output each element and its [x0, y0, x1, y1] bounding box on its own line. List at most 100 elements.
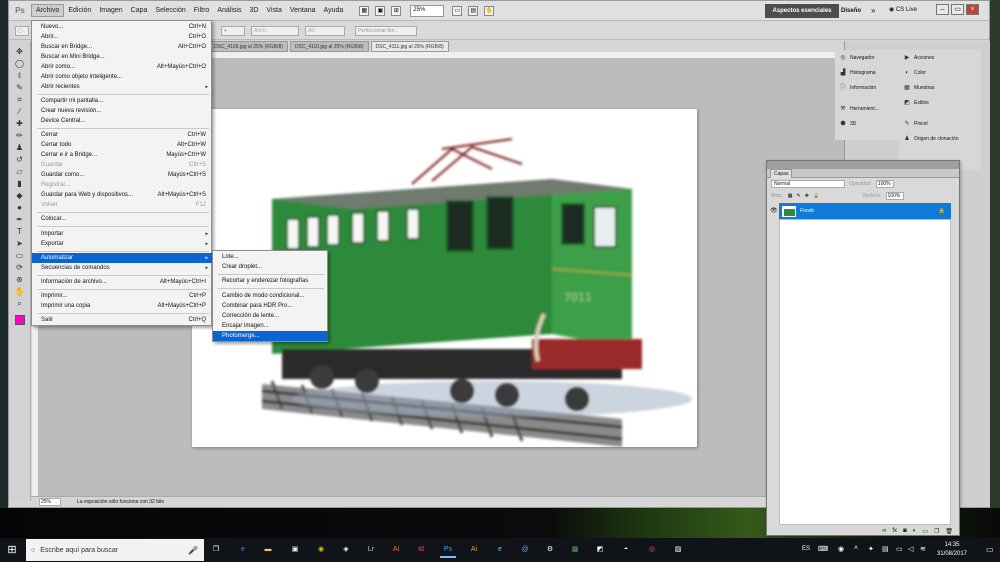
file-explorer-icon[interactable]: ▬ [260, 542, 276, 558]
menu-analisis[interactable]: Análisis [213, 5, 245, 16]
doc-tab-4111[interactable]: DSC_4111.jpg al 25% (RGB/8) [370, 41, 449, 52]
illustrator-icon[interactable]: Ai [388, 542, 404, 558]
menu-item-buscar-mini-bridge[interactable]: Buscar en Mini Bridge... [32, 52, 212, 62]
panel-actions[interactable]: ▶ Acciones [899, 50, 981, 65]
tray-volume-icon[interactable]: ◁ [908, 545, 913, 553]
gradient-tool-icon[interactable]: ▮ [14, 179, 26, 189]
panel-clone-source[interactable]: ♟ Origen de clonación [899, 131, 981, 146]
menu-item-nuevo[interactable]: Nuevo... Ctrl+N [32, 22, 212, 32]
3d-orbit-tool-icon[interactable]: ⊛ [14, 275, 26, 285]
refine-edge-button[interactable]: Perfeccionar bor... [355, 25, 417, 36]
panel-styles[interactable]: ◩ Estilos [899, 95, 981, 110]
menu-item-crear-droplet[interactable]: Crear droplet... [213, 262, 328, 272]
illustrator-2-icon[interactable]: Ai [466, 542, 482, 558]
bridge-icon[interactable]: ▦ [359, 5, 370, 16]
app-icon-red[interactable]: ◎ [644, 542, 660, 558]
crop-tool-icon[interactable]: ⌗ [14, 95, 26, 105]
menu-item-compartir[interactable]: Compartir mi pantalla... [32, 96, 212, 106]
screen-mode-icon[interactable]: ▭ [452, 5, 463, 16]
photoshop-taskbar-icon[interactable]: Ps [440, 542, 456, 558]
menu-capa[interactable]: Capa [127, 5, 152, 16]
tray-chevron-icon[interactable]: ˄ [854, 545, 858, 552]
menu-item-abrir[interactable]: Abrir... Ctrl+O [32, 32, 212, 42]
lock-transparent-icon[interactable]: ▦ [788, 193, 793, 199]
tray-keyboard-icon[interactable]: ⌨ [818, 545, 828, 553]
add-mask-icon[interactable]: ◙ [903, 528, 907, 534]
marquee-tool-icon[interactable]: ▢ [15, 25, 29, 36]
layer-row-background[interactable]: Fondo 🔒 [779, 203, 951, 219]
blend-mode-select[interactable]: Normal [771, 180, 845, 188]
photos-icon[interactable]: ▨ [670, 542, 686, 558]
menu-item-salir[interactable]: Salir Ctrl+Q [32, 315, 212, 325]
menu-filtro[interactable]: Filtro [190, 5, 214, 16]
healing-tool-icon[interactable]: ✚ [14, 119, 26, 129]
close-button[interactable]: × [966, 4, 979, 15]
menu-item-abrir-como[interactable]: Abrir como... Alt+Mayús+Ctrl+O [32, 62, 212, 72]
panel-navigator[interactable]: ◎ Navegador [835, 50, 899, 65]
minimize-button[interactable]: – [936, 4, 949, 15]
menu-item-importar[interactable]: Importar ▸ [32, 229, 212, 239]
menu-ventana[interactable]: Ventana [286, 5, 320, 16]
style-select[interactable]: ▾ [221, 25, 245, 36]
dodge-tool-icon[interactable]: ● [14, 203, 26, 213]
microphone-icon[interactable]: 🎤 [188, 546, 198, 555]
panel-swatches[interactable]: ▦ Muestras [899, 80, 981, 95]
language-indicator[interactable]: ES [802, 546, 810, 552]
blur-tool-icon[interactable]: ◆ [14, 191, 26, 201]
menu-item-automatizar[interactable]: Automatizar ▸ [32, 253, 212, 263]
menu-item-guardar-web[interactable]: Guardar para Web y dispositivos... Alt+Ma… [32, 190, 212, 200]
brush-tool-icon[interactable]: ✏ [14, 131, 26, 141]
menu-item-cerrar[interactable]: Cerrar Ctrl+W [32, 130, 212, 140]
app-icon-blue[interactable]: ◈ [338, 542, 354, 558]
menu-item-lote[interactable]: Lote... [213, 252, 328, 262]
task-view-icon[interactable]: ❐ [208, 542, 224, 558]
adjustment-layer-icon[interactable]: ◐ [913, 528, 917, 534]
lasso-tool-icon[interactable]: ℓ [14, 71, 26, 81]
tray-adobe-icon[interactable]: ✦ [868, 545, 874, 553]
panel-info[interactable]: ⓘ Información [835, 80, 899, 95]
lock-position-icon[interactable]: ✥ [805, 193, 809, 199]
panel-tools[interactable]: ⚒ Herramient... [835, 101, 899, 116]
quick-select-tool-icon[interactable]: ✎ [14, 83, 26, 93]
menu-item-informacion-archivo[interactable]: Información de archivo... Alt+Mayús+Ctrl+… [32, 277, 212, 287]
menu-item-colocar[interactable]: Colocar... [32, 214, 212, 224]
menu-item-device-central[interactable]: Device Central... [32, 116, 212, 126]
workspace-button[interactable]: Aspectos esenciales [765, 4, 839, 18]
menu-item-recortar-enderezar[interactable]: Recortar y enderezar fotografías [213, 276, 328, 286]
maximize-button[interactable]: ▭ [951, 4, 964, 15]
layer-style-icon[interactable]: fx [892, 528, 897, 534]
stamp-tool-icon[interactable]: ♟ [14, 143, 26, 153]
menu-item-guardar-como[interactable]: Guardar como... Mayús+Ctrl+S [32, 170, 212, 180]
tray-app-icon[interactable]: ◉ [838, 545, 844, 553]
new-group-icon[interactable]: ▭ [922, 528, 928, 535]
menu-item-encajar-imagen[interactable]: Encajar imagen... [213, 321, 328, 331]
visibility-eye-icon[interactable]: 👁 [770, 207, 778, 214]
green-app-icon[interactable]: ▩ [567, 542, 583, 558]
path-select-tool-icon[interactable]: ➤ [14, 239, 26, 249]
arrange-icon[interactable]: ▤ [468, 5, 479, 16]
mail-icon[interactable]: @ [517, 542, 533, 558]
lock-all-icon[interactable]: 🔒 [813, 193, 819, 199]
delete-layer-icon[interactable]: 🗑 [945, 528, 953, 535]
status-zoom-field[interactable]: 25% [39, 498, 61, 506]
menu-item-secuencias[interactable]: Secuencias de comandos ▸ [32, 263, 212, 273]
cs-live-button[interactable]: ◉ CS Live [889, 6, 917, 13]
menu-item-cerrar-todo[interactable]: Cerrar todo Alt+Ctrl+W [32, 140, 212, 150]
menu-item-buscar-bridge[interactable]: Buscar en Bridge... Alt+Ctrl+O [32, 42, 212, 52]
menu-item-cambio-modo[interactable]: Cambio de modo condicional... [213, 291, 328, 301]
menu-item-imprimir[interactable]: Imprimir... Ctrl+P [32, 291, 212, 301]
zoom-tool-icon[interactable]: ⌕ [14, 299, 26, 309]
menu-edicion[interactable]: Edición [64, 5, 95, 16]
tray-network-icon[interactable]: ▤ [882, 545, 889, 553]
tray-wifi-icon[interactable]: ≋ [920, 545, 926, 553]
chrome-icon[interactable]: ◉ [313, 542, 329, 558]
panel-color[interactable]: ◐ Color [899, 65, 981, 80]
type-tool-icon[interactable]: T [14, 227, 26, 237]
menu-imagen[interactable]: Imagen [95, 5, 126, 16]
eraser-tool-icon[interactable]: ▱ [14, 167, 26, 177]
lightroom-icon[interactable]: Lr [363, 542, 379, 558]
taskbar-search[interactable]: ○ Escribe aquí para buscar 🎤 [26, 539, 204, 561]
link-layers-icon[interactable]: ∞ [882, 528, 886, 534]
height-field[interactable]: Alt.: [305, 25, 345, 36]
notifications-icon[interactable]: ▭ [986, 545, 994, 554]
